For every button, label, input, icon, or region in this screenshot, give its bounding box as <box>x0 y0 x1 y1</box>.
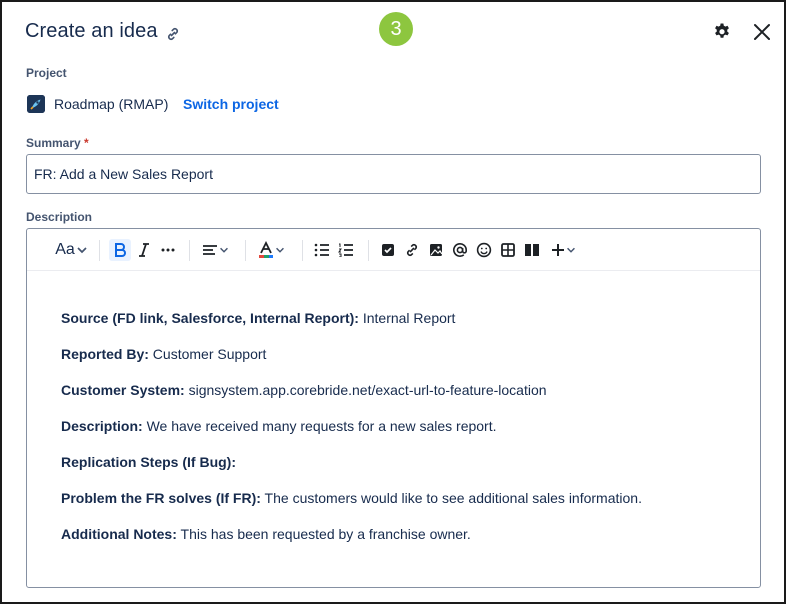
insert-more-button[interactable] <box>547 239 581 261</box>
description-label: Description <box>26 210 93 224</box>
description-line: Replication Steps (If Bug): <box>61 454 236 470</box>
bold-icon <box>115 243 126 257</box>
summary-input[interactable] <box>26 154 761 194</box>
numbered-list-button[interactable] <box>335 239 357 261</box>
italic-button[interactable] <box>133 239 155 261</box>
line-value: Customer Support <box>148 346 267 362</box>
text-color-button[interactable] <box>255 239 289 261</box>
project-label: Project <box>26 66 67 80</box>
line-value: This has been requested by a franchise o… <box>176 526 471 542</box>
close-icon[interactable] <box>751 21 773 43</box>
line-value: Internal Report <box>358 310 456 326</box>
toolbar-divider <box>245 240 246 261</box>
bullet-list-icon <box>314 243 329 257</box>
project-name: Roadmap (RMAP) <box>54 96 169 112</box>
description-line: Additional Notes: This has been requeste… <box>61 526 471 542</box>
description-line: Source (FD link, Salesforce, Internal Re… <box>61 310 455 326</box>
required-marker: * <box>84 136 89 150</box>
bold-button[interactable] <box>109 239 131 261</box>
summary-label-text: Summary <box>26 136 81 150</box>
editor-toolbar: Aa <box>27 229 760 271</box>
text-style-button[interactable]: Aa <box>51 239 93 261</box>
text-color-icon <box>259 241 273 258</box>
checkbox-icon <box>382 244 394 256</box>
more-formatting-button[interactable] <box>157 239 179 261</box>
more-icon <box>161 248 175 252</box>
line-label: Problem the FR solves (If FR): <box>61 490 261 506</box>
description-line: Problem the FR solves (If FR): The custo… <box>61 490 642 506</box>
italic-icon <box>139 243 149 257</box>
table-icon <box>501 243 515 257</box>
summary-label: Summary * <box>26 136 89 150</box>
line-label: Description: <box>61 418 143 434</box>
link-icon[interactable] <box>165 26 181 42</box>
chevron-down-icon <box>220 247 228 253</box>
line-value: The customers would like to see addition… <box>260 490 642 506</box>
bullet-list-button[interactable] <box>311 239 333 261</box>
description-line: Customer System: signsystem.app.corebrid… <box>61 382 547 398</box>
switch-project-link[interactable]: Switch project <box>183 96 279 112</box>
numbered-list-icon <box>338 243 353 257</box>
chevron-down-icon <box>77 247 87 254</box>
align-left-icon <box>203 245 217 255</box>
toolbar-divider <box>189 240 190 261</box>
plus-icon <box>552 244 564 256</box>
layout-columns-icon <box>525 244 539 256</box>
line-label: Source (FD link, Salesforce, Internal Re… <box>61 310 359 326</box>
toolbar-divider <box>99 240 100 261</box>
alignment-button[interactable] <box>199 239 233 261</box>
layouts-button[interactable] <box>521 239 543 261</box>
gear-icon[interactable] <box>712 22 732 42</box>
toolbar-divider <box>302 240 303 261</box>
emoji-button[interactable] <box>473 239 495 261</box>
line-value: We have received many requests for a new… <box>142 418 497 434</box>
table-button[interactable] <box>497 239 519 261</box>
line-value: signsystem.app.corebride.net/exact-url-t… <box>184 382 547 398</box>
step-badge: 3 <box>379 12 413 46</box>
description-line: Reported By: Customer Support <box>61 346 266 362</box>
line-label: Reported By: <box>61 346 149 362</box>
rocket-icon <box>27 95 45 113</box>
image-button[interactable] <box>425 239 447 261</box>
dialog-title: Create an idea <box>25 20 158 42</box>
line-label: Additional Notes: <box>61 526 177 542</box>
text-style-label: Aa <box>55 241 75 258</box>
line-label: Replication Steps (If Bug): <box>61 454 236 470</box>
image-icon <box>430 244 443 256</box>
emoji-icon <box>476 242 492 258</box>
mention-icon <box>453 243 467 257</box>
description-line: Description: We have received many reque… <box>61 418 497 434</box>
link-button[interactable] <box>401 239 423 261</box>
description-editor[interactable]: Aa Source (FD link, Salesforce, Internal… <box>26 228 761 588</box>
line-label: Customer System: <box>61 382 185 398</box>
link-icon <box>407 244 417 256</box>
toolbar-divider <box>368 240 369 261</box>
create-idea-dialog: Create an idea 3 Project Roadmap (RMAP) … <box>0 0 786 604</box>
action-item-button[interactable] <box>377 239 399 261</box>
chevron-down-icon <box>276 247 284 253</box>
mention-button[interactable] <box>449 239 471 261</box>
chevron-down-icon <box>567 247 575 253</box>
